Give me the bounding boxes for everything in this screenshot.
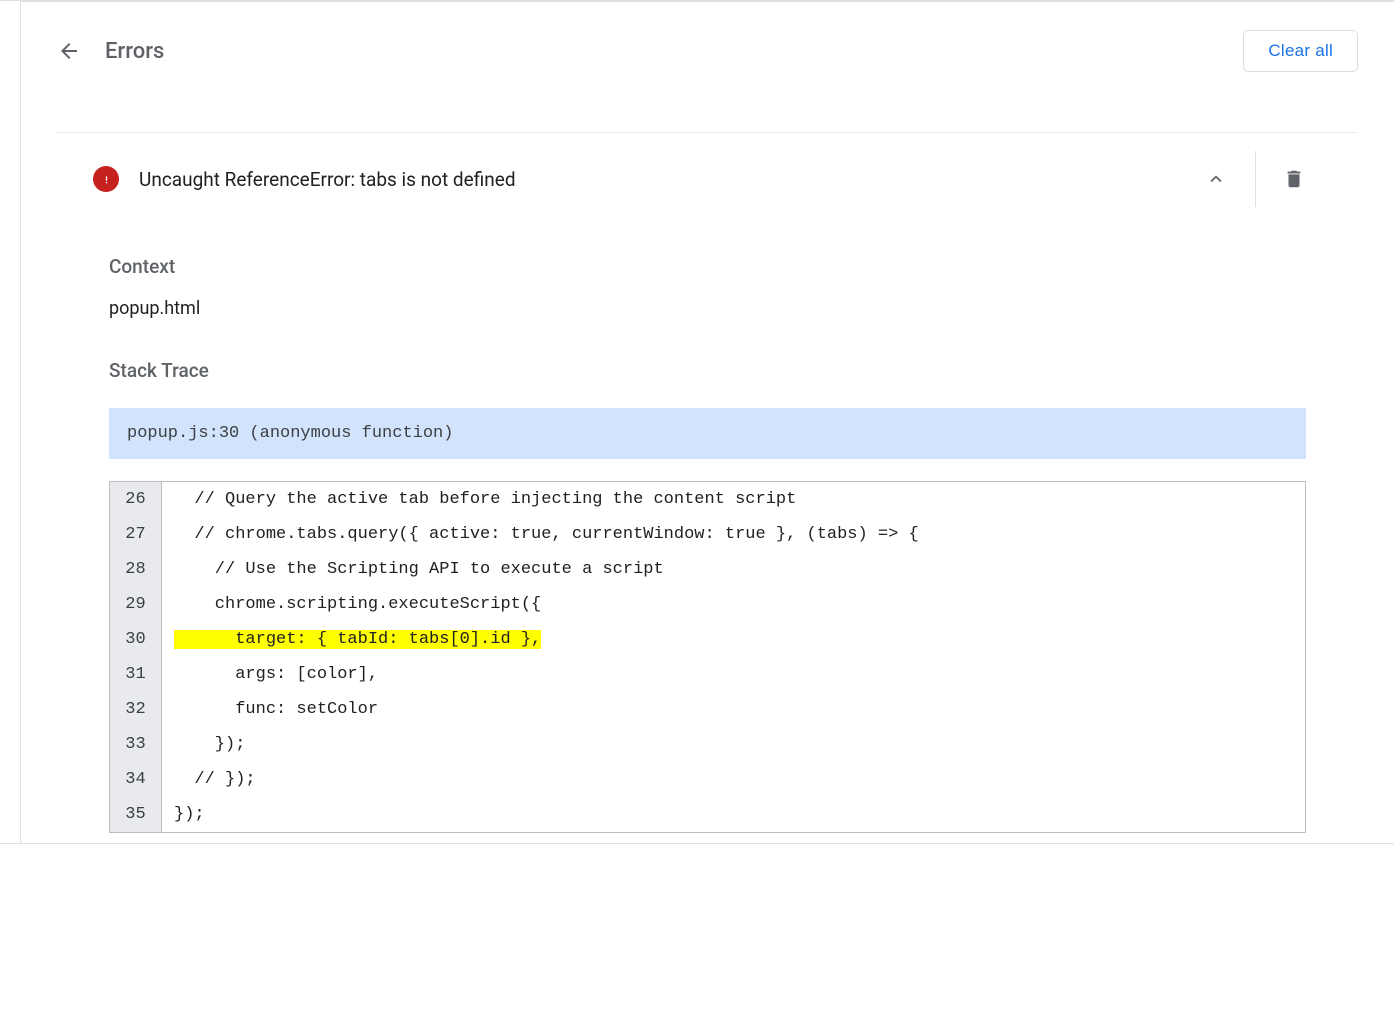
line-number: 30 (110, 622, 162, 657)
code-line: 29 chrome.scripting.executeScript({ (110, 587, 1305, 622)
error-actions (1187, 151, 1322, 207)
line-number: 31 (110, 657, 162, 692)
line-content: }); (162, 797, 1305, 832)
line-content: // Query the active tab before injecting… (162, 482, 1305, 517)
line-number: 26 (110, 482, 162, 517)
error-message: Uncaught ReferenceError: tabs is not def… (139, 168, 516, 191)
line-content: // }); (162, 762, 1305, 797)
errors-panel: Errors Clear all Uncaught ReferenceError… (20, 1, 1394, 843)
error-left: Uncaught ReferenceError: tabs is not def… (93, 166, 516, 192)
line-content: func: setColor (162, 692, 1305, 727)
action-divider (1255, 151, 1256, 207)
trash-icon (1283, 168, 1305, 190)
page-title: Errors (105, 39, 164, 64)
code-line: 27 // chrome.tabs.query({ active: true, … (110, 517, 1305, 552)
line-number: 28 (110, 552, 162, 587)
code-block: 26 // Query the active tab before inject… (109, 481, 1306, 833)
stack-trace-label: Stack Trace (109, 359, 1306, 382)
error-badge-icon (93, 166, 119, 192)
code-line: 30 target: { tabId: tabs[0].id }, (110, 622, 1305, 657)
chevron-up-icon (1205, 168, 1227, 190)
context-value: popup.html (109, 298, 1306, 319)
line-content: args: [color], (162, 657, 1305, 692)
line-content: target: { tabId: tabs[0].id }, (162, 622, 1305, 657)
error-details: Context popup.html Stack Trace popup.js:… (21, 225, 1394, 843)
line-number: 33 (110, 727, 162, 762)
clear-all-button[interactable]: Clear all (1243, 30, 1358, 72)
stack-trace-location: popup.js:30 (anonymous function) (109, 408, 1306, 459)
delete-button[interactable] (1266, 160, 1322, 198)
error-row: Uncaught ReferenceError: tabs is not def… (21, 133, 1358, 225)
code-line: 35}); (110, 797, 1305, 832)
line-number: 34 (110, 762, 162, 797)
code-line: 26 // Query the active tab before inject… (110, 482, 1305, 517)
context-label: Context (109, 255, 1306, 278)
line-number: 29 (110, 587, 162, 622)
code-line: 33 }); (110, 727, 1305, 762)
arrow-left-icon (57, 39, 81, 63)
line-number: 27 (110, 517, 162, 552)
header-left: Errors (57, 39, 164, 64)
line-content: // chrome.tabs.query({ active: true, cur… (162, 517, 1305, 552)
collapse-button[interactable] (1187, 160, 1245, 198)
line-content: }); (162, 727, 1305, 762)
code-line: 31 args: [color], (110, 657, 1305, 692)
back-button[interactable] (57, 39, 81, 63)
line-content: // Use the Scripting API to execute a sc… (162, 552, 1305, 587)
code-line: 32 func: setColor (110, 692, 1305, 727)
code-line: 34 // }); (110, 762, 1305, 797)
line-number: 32 (110, 692, 162, 727)
line-content: chrome.scripting.executeScript({ (162, 587, 1305, 622)
code-line: 28 // Use the Scripting API to execute a… (110, 552, 1305, 587)
line-number: 35 (110, 797, 162, 832)
errors-header: Errors Clear all (21, 2, 1394, 132)
